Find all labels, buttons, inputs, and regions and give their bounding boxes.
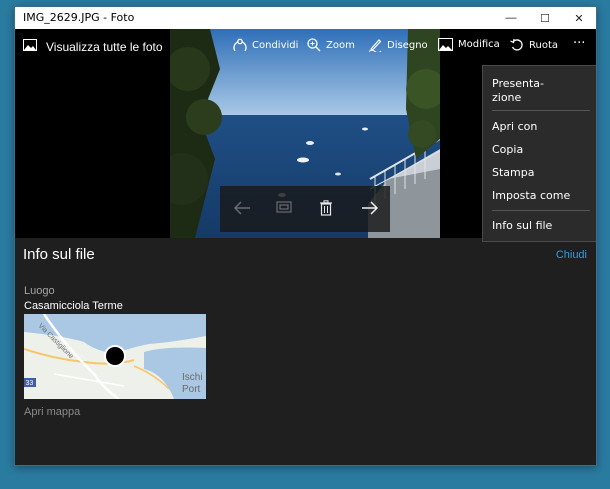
more-options-menu: Presenta- zione Apri con Copia Stampa Im… <box>482 65 596 242</box>
menu-separator <box>492 110 590 111</box>
edit-button[interactable]: Modifica <box>438 38 500 51</box>
delete-button[interactable] <box>312 196 340 220</box>
arrow-right-icon <box>362 201 379 215</box>
photos-app-window: IMG_2629.JPG - Foto — ☐ ✕ Visualizza tut… <box>14 6 597 466</box>
trash-icon <box>320 200 332 216</box>
navigation-overlay <box>220 186 390 232</box>
rotate-button[interactable]: Ruota <box>510 38 558 52</box>
maximize-button[interactable]: ☐ <box>528 7 562 29</box>
see-all-photos-label: Visualizza tutte le foto <box>46 39 163 54</box>
zoom-button[interactable]: Zoom <box>307 38 355 52</box>
menu-item-copy[interactable]: Copia <box>492 143 523 157</box>
zoom-label: Zoom <box>326 39 355 51</box>
next-button[interactable] <box>356 196 384 220</box>
command-bar: Visualizza tutte le foto Condividi Zoom … <box>15 29 596 65</box>
location-map[interactable]: Via Castiglione Ischi Port 33 <box>24 314 206 399</box>
more-options-button[interactable]: ··· <box>573 36 585 51</box>
menu-item-set-as[interactable]: Imposta come <box>492 189 570 203</box>
location-value: Casamicciola Terme <box>24 300 123 312</box>
minimize-button[interactable]: — <box>494 7 528 29</box>
slideshow-icon <box>276 201 292 213</box>
share-button[interactable]: Condividi <box>233 38 298 52</box>
map-road-badge: 33 <box>26 380 34 387</box>
previous-button[interactable] <box>228 196 256 220</box>
menu-item-slideshow[interactable]: Presenta- zione <box>492 77 544 105</box>
share-label: Condividi <box>252 39 299 51</box>
menu-item-open-with[interactable]: Apri con <box>492 120 537 134</box>
open-map-link[interactable]: Apri mappa <box>24 406 80 418</box>
menu-separator <box>492 210 590 211</box>
draw-button[interactable]: Disegno <box>368 38 428 52</box>
window-title: IMG_2629.JPG - Foto <box>23 11 135 24</box>
zoom-icon <box>307 38 321 52</box>
pen-icon <box>368 38 382 52</box>
share-icon <box>233 38 247 52</box>
see-all-photos-button[interactable]: Visualizza tutte le foto <box>23 39 163 54</box>
file-info-panel: Info sul file Chiudi Luogo Casamicciola … <box>15 238 596 465</box>
close-window-button[interactable]: ✕ <box>562 7 596 29</box>
edit-image-icon <box>438 38 453 51</box>
gallery-icon <box>23 39 37 54</box>
location-label: Luogo <box>24 285 55 297</box>
draw-label: Disegno <box>387 39 428 51</box>
edit-label: Modifica <box>458 39 500 50</box>
menu-item-print[interactable]: Stampa <box>492 166 534 180</box>
file-info-title: Info sul file <box>23 246 95 263</box>
slideshow-button[interactable] <box>270 196 298 220</box>
rotate-label: Ruota <box>529 39 559 51</box>
close-panel-link[interactable]: Chiudi <box>556 249 587 261</box>
arrow-left-icon <box>233 201 250 215</box>
menu-item-file-info[interactable]: Info sul file <box>492 219 552 233</box>
rotate-icon <box>510 38 524 52</box>
title-bar[interactable]: IMG_2629.JPG - Foto — ☐ ✕ <box>15 7 596 29</box>
map-place-label-2: Port <box>182 384 201 395</box>
map-place-label-1: Ischi <box>182 372 203 383</box>
